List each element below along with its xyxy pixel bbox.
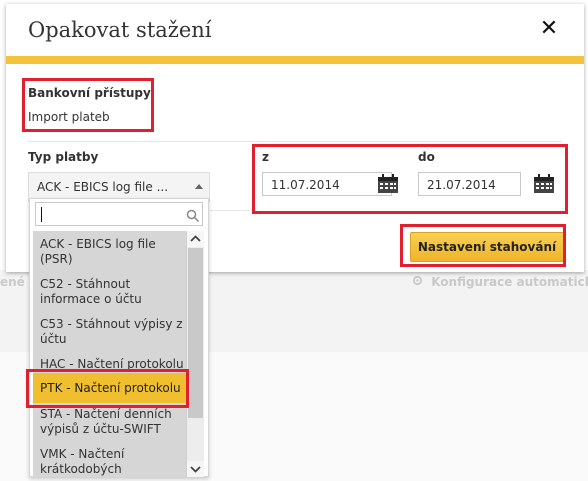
list-item[interactable]: C53 - Stáhnout výpisy z účtu — [33, 317, 186, 347]
highlight-box-dates — [252, 144, 568, 214]
chevron-down-icon[interactable] — [187, 461, 204, 477]
background-config-link: Konfigurace automatické — [412, 275, 588, 289]
list-item[interactable]: VMK - Načtení krátkodobých — [33, 447, 186, 477]
divider — [28, 141, 562, 142]
list-item[interactable]: STA - Načtení denních výpisů z účtu-SWIF… — [33, 407, 186, 437]
highlight-box-button — [400, 224, 566, 267]
accent-bar — [6, 56, 584, 64]
search-icon — [186, 208, 200, 227]
background-text-left: ené — [0, 275, 25, 289]
payment-type-selected-value: ACK - EBICS log file ... — [37, 180, 169, 194]
dialog-title: Opakovat stažení — [28, 18, 212, 42]
divider — [210, 210, 250, 211]
highlight-box-bank-access — [22, 78, 154, 132]
dropdown-search-input[interactable] — [35, 202, 203, 226]
text-caret — [41, 207, 42, 222]
list-item[interactable]: ACK - EBICS log file (PSR) — [33, 237, 186, 267]
close-icon[interactable]: ✕ — [539, 18, 559, 40]
background-text-right: Konfigurace automatické — [431, 275, 588, 289]
dropdown-list: ACK - EBICS log file (PSR) C52 - Stáhnou… — [33, 231, 186, 477]
gear-icon — [412, 275, 427, 289]
payment-type-label: Typ platby — [28, 150, 99, 164]
scrollbar-thumb[interactable] — [188, 248, 203, 418]
dropdown-scrollbar[interactable] — [186, 231, 204, 477]
payment-type-dropdown: ACK - EBICS log file (PSR) C52 - Stáhnou… — [29, 198, 209, 477]
chevron-up-icon[interactable] — [187, 231, 204, 247]
chevron-up-icon — [195, 184, 203, 189]
highlight-box-selected-item — [26, 369, 189, 408]
list-item[interactable]: C52 - Stáhnout informace o účtu — [33, 277, 186, 307]
